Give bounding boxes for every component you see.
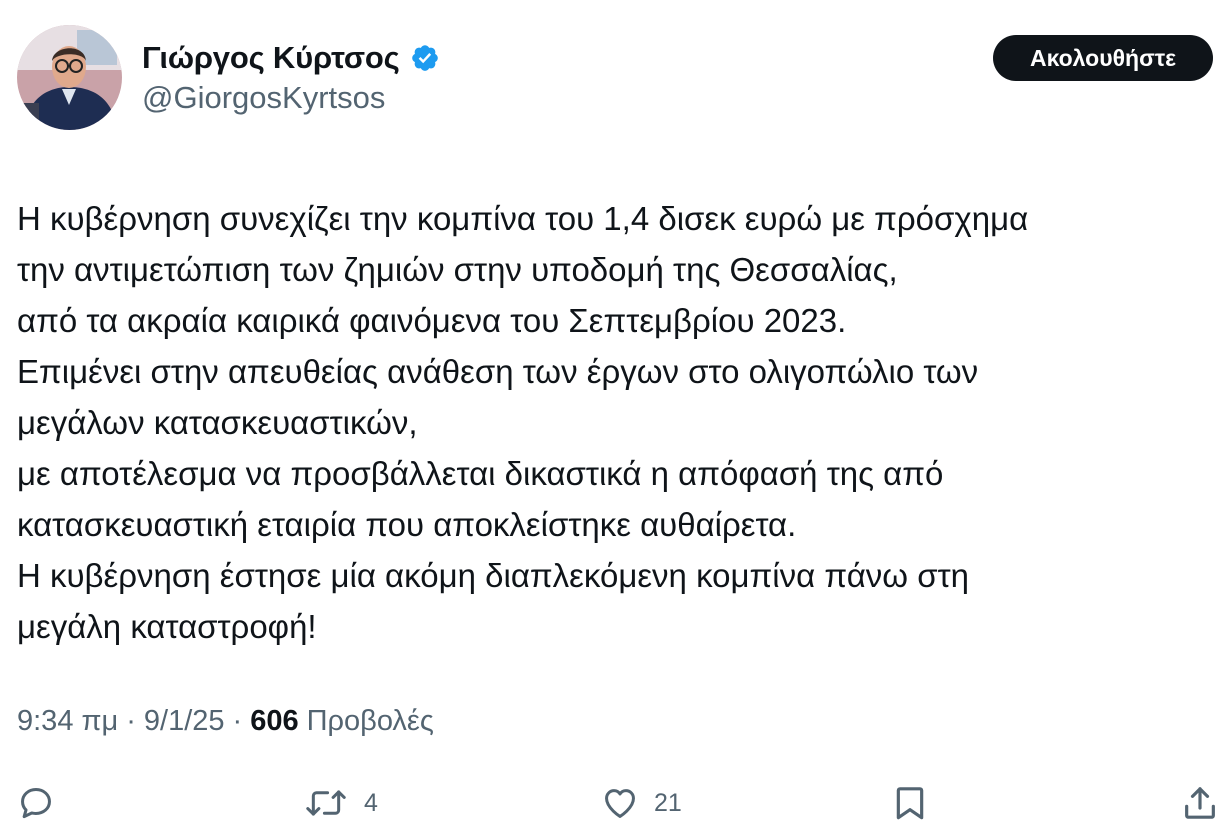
tweet-text-line: Η κυβέρνηση συνεχίζει την κομπίνα του 1,… (17, 200, 1029, 237)
share-button[interactable] (1180, 775, 1220, 831)
bookmark-icon (896, 787, 924, 820)
tweet-text-line: την αντιμετώπιση των ζημιών στην υποδομή… (17, 251, 898, 288)
tweet-text-line: από τα ακραία καιρικά φαινόμενα του Σεπτ… (17, 302, 847, 339)
bookmark-button[interactable] (890, 775, 930, 831)
share-icon (1185, 787, 1215, 819)
views-label: Προβολές (306, 705, 434, 737)
meta-separator: · (232, 705, 243, 737)
retweet-button[interactable]: 4 (302, 775, 378, 831)
tweet-text-line: μεγάλων κατασκευαστικών, (17, 404, 418, 441)
tweet-text-line: με αποτέλεσμα να προσβάλλεται δικαστικά … (17, 455, 944, 492)
like-button[interactable]: 21 (600, 775, 682, 831)
tweet-text: Η κυβέρνηση συνεχίζει την κομπίνα του 1,… (17, 193, 1217, 652)
tweet-text-line: κατασκευαστική εταιρία που αποκλείστηκε … (17, 506, 797, 543)
reply-button[interactable] (17, 775, 55, 831)
avatar-image (17, 25, 122, 130)
author-display-name[interactable]: Γιώργος Κύρτσος (142, 40, 400, 76)
author-name-row: Γιώργος Κύρτσος (142, 38, 440, 78)
verified-badge-icon[interactable] (410, 43, 440, 73)
follow-button[interactable]: Ακολουθήστε (993, 35, 1213, 81)
tweet-date[interactable]: 9/1/25 (144, 705, 225, 738)
tweet-meta: 9:34 πμ · 9/1/25 · 606 Προβολές (17, 705, 434, 738)
retweet-count: 4 (364, 788, 378, 817)
views-count: 606 (250, 705, 299, 737)
heart-icon (605, 789, 635, 818)
tweet-text-line: Επιμένει στην απευθείας ανάθεση των έργω… (17, 353, 979, 390)
meta-separator: · (126, 705, 136, 737)
reply-icon (21, 788, 51, 819)
tweet-time[interactable]: 9:34 πμ (17, 705, 118, 738)
author-handle[interactable]: @GiorgosKyrtsos (142, 80, 385, 116)
like-count: 21 (654, 788, 682, 817)
tweet-text-line: Η κυβέρνηση έστησε μία ακόμη διαπλεκόμεν… (17, 557, 969, 594)
retweet-icon (306, 790, 346, 816)
tweet-actions-bar: 4 21 (0, 775, 1230, 831)
tweet-text-line: μεγάλη καταστροφή! (17, 608, 317, 645)
avatar[interactable] (17, 25, 122, 130)
